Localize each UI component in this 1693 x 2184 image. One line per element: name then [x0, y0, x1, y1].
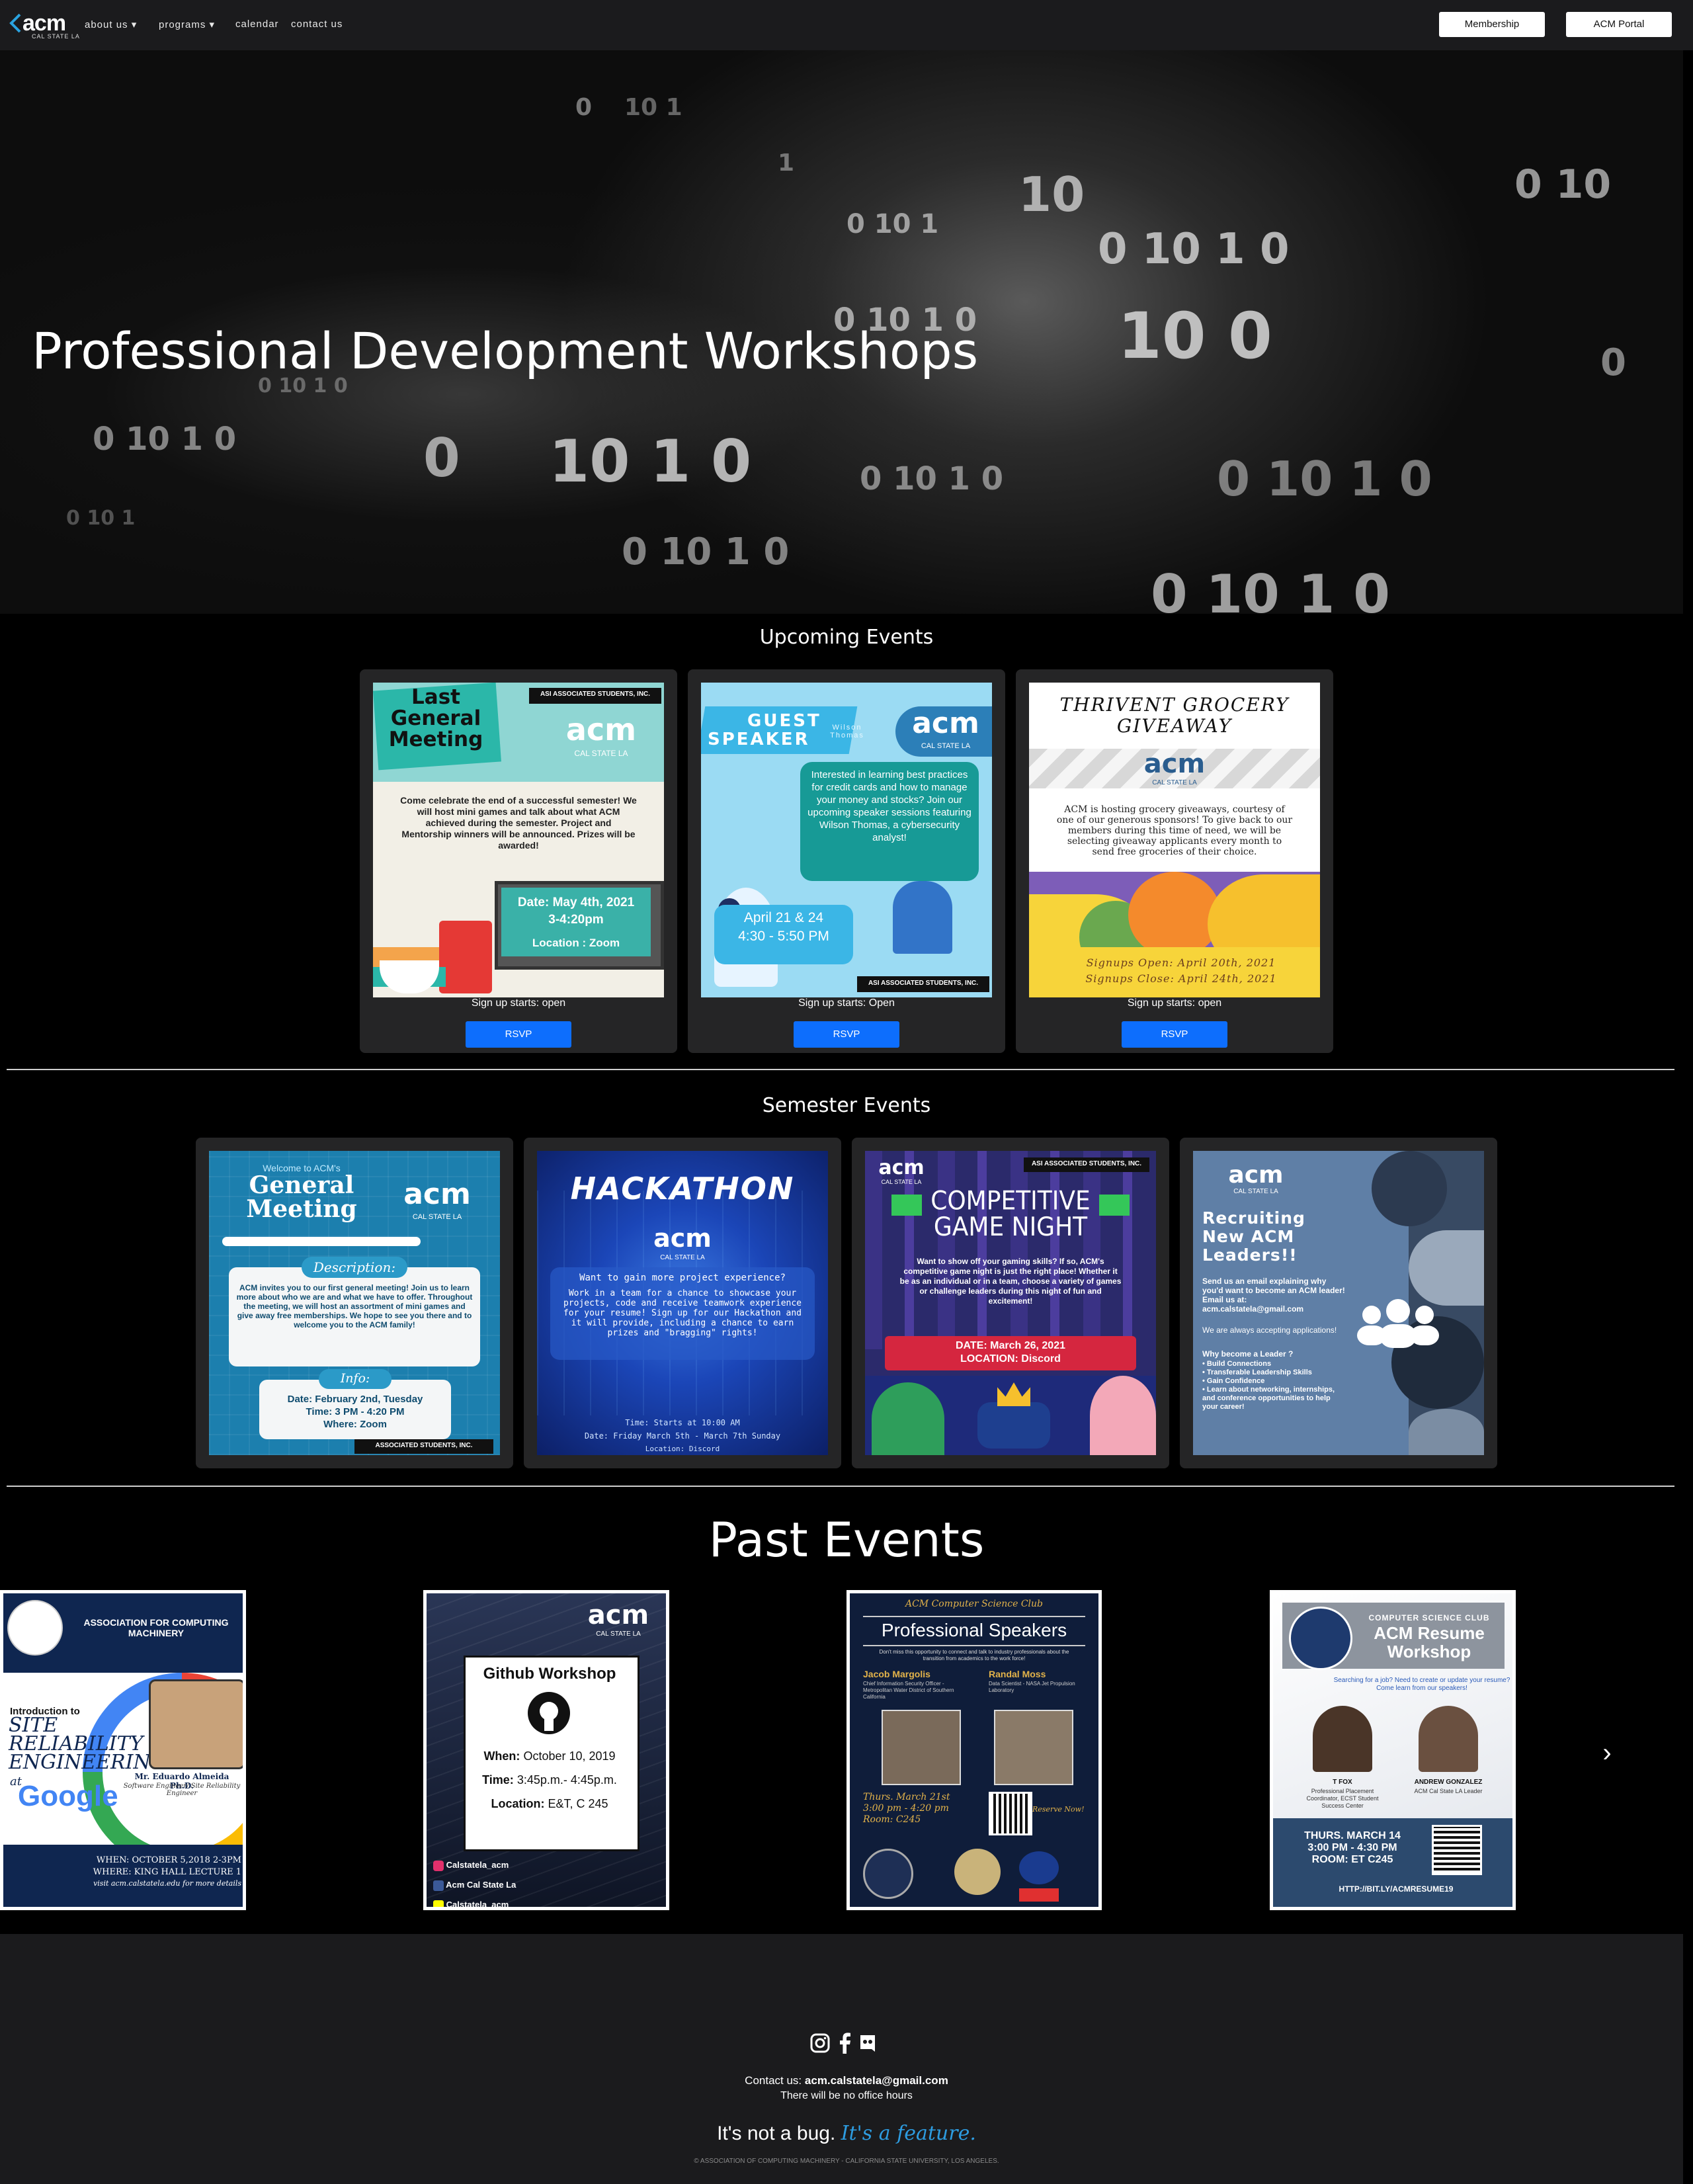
section-divider	[7, 1486, 1674, 1487]
signup-status: Sign up starts: open	[471, 997, 566, 1009]
tagline: It's not a bug. It's a feature.	[717, 2122, 976, 2145]
rsvp-button[interactable]: RSVP	[794, 1021, 899, 1048]
past-event-poster[interactable]: COMPUTER SCIENCE CLUB ACM Resume Worksho…	[1270, 1590, 1516, 1910]
github-icon	[528, 1692, 570, 1734]
carousel-next-button[interactable]: ›	[1594, 1733, 1620, 1773]
chevron-logo-icon	[9, 13, 21, 33]
event-poster[interactable]: Welcome to ACM's General Meeting acm CAL…	[209, 1151, 500, 1455]
hero-banner: 0 10 1 1 10 0 10 1 0 10 1 0 0 10 0 10 1 …	[0, 50, 1683, 614]
facebook-icon	[433, 1880, 444, 1891]
past-event-poster[interactable]: acm CAL STATE LA Github Workshop When: O…	[423, 1590, 669, 1910]
past-event-poster[interactable]: ACM Computer Science Club Professional S…	[846, 1590, 1102, 1910]
semester-event-card: HACKATHON acm CAL STATE LA Want to gain …	[524, 1138, 841, 1468]
semester-events-heading: Semester Events	[762, 1094, 931, 1117]
nav-calendar[interactable]: calendar	[235, 19, 279, 30]
upcoming-event-card: Last General Meeting ASI ASSOCIATED STUD…	[360, 669, 677, 1053]
acm-logo[interactable]: acm CAL STATE LA	[9, 11, 79, 41]
event-poster[interactable]: acm CAL STATE LA Recruiting New ACM Lead…	[1193, 1151, 1484, 1455]
nav-programs[interactable]: programs ▾	[159, 19, 215, 30]
semester-event-card: acm CAL STATE LA ASI ASSOCIATED STUDENTS…	[852, 1138, 1169, 1468]
nav-about-us[interactable]: about us ▾	[85, 19, 137, 30]
top-navbar: acm CAL STATE LA about us ▾ programs ▾ c…	[0, 0, 1693, 50]
semester-event-card: Welcome to ACM's General Meeting acm CAL…	[196, 1138, 513, 1468]
hero-title: Professional Development Workshops	[32, 321, 979, 380]
rsvp-button[interactable]: RSVP	[466, 1021, 571, 1048]
event-poster[interactable]: acm CAL STATE LA ASI ASSOCIATED STUDENTS…	[865, 1151, 1156, 1455]
section-divider	[7, 1069, 1674, 1070]
nav-contact-us[interactable]: contact us	[291, 19, 343, 30]
semester-event-card: acm CAL STATE LA Recruiting New ACM Lead…	[1180, 1138, 1497, 1468]
event-poster[interactable]: HACKATHON acm CAL STATE LA Want to gain …	[537, 1151, 828, 1455]
copyright: © ASSOCIATION OF COMPUTING MACHINERY - C…	[694, 2158, 999, 2165]
discord-icon[interactable]	[857, 2032, 878, 2054]
footer	[0, 1934, 1683, 2184]
office-hours-note: There will be no office hours	[780, 2090, 913, 2101]
past-event-poster[interactable]: ASSOCIATION FOR COMPUTING MACHINERY Intr…	[0, 1590, 246, 1910]
event-poster[interactable]: Last General Meeting ASI ASSOCIATED STUD…	[373, 683, 664, 997]
upcoming-event-card: THRIVENT GROCERY GIVEAWAY acm CAL STATE …	[1016, 669, 1333, 1053]
facebook-icon[interactable]	[835, 2032, 856, 2054]
acm-portal-button[interactable]: ACM Portal	[1566, 12, 1672, 37]
snapchat-icon	[433, 1900, 444, 1907]
instagram-icon	[433, 1860, 444, 1871]
people-group-icon	[1357, 1299, 1439, 1348]
upcoming-event-card: GUEST SPEAKER Wilson Thomas acm CAL STAT…	[688, 669, 1005, 1053]
upcoming-events-heading: Upcoming Events	[759, 626, 934, 649]
logo-subtext: CAL STATE LA	[32, 33, 80, 40]
signup-status: Sign up starts: Open	[798, 997, 895, 1009]
rsvp-button[interactable]: RSVP	[1122, 1021, 1227, 1048]
contact-line: Contact us: acm.calstatela@gmail.com	[745, 2074, 948, 2087]
past-events-heading: Past Events	[708, 1512, 985, 1568]
instagram-icon[interactable]	[809, 2032, 831, 2054]
signup-status: Sign up starts: open	[1127, 997, 1222, 1009]
event-poster[interactable]: GUEST SPEAKER Wilson Thomas acm CAL STAT…	[701, 683, 992, 997]
membership-button[interactable]: Membership	[1439, 12, 1545, 37]
event-poster[interactable]: THRIVENT GROCERY GIVEAWAY acm CAL STATE …	[1029, 683, 1320, 997]
contact-email-link[interactable]: acm.calstatela@gmail.com	[805, 2074, 948, 2087]
